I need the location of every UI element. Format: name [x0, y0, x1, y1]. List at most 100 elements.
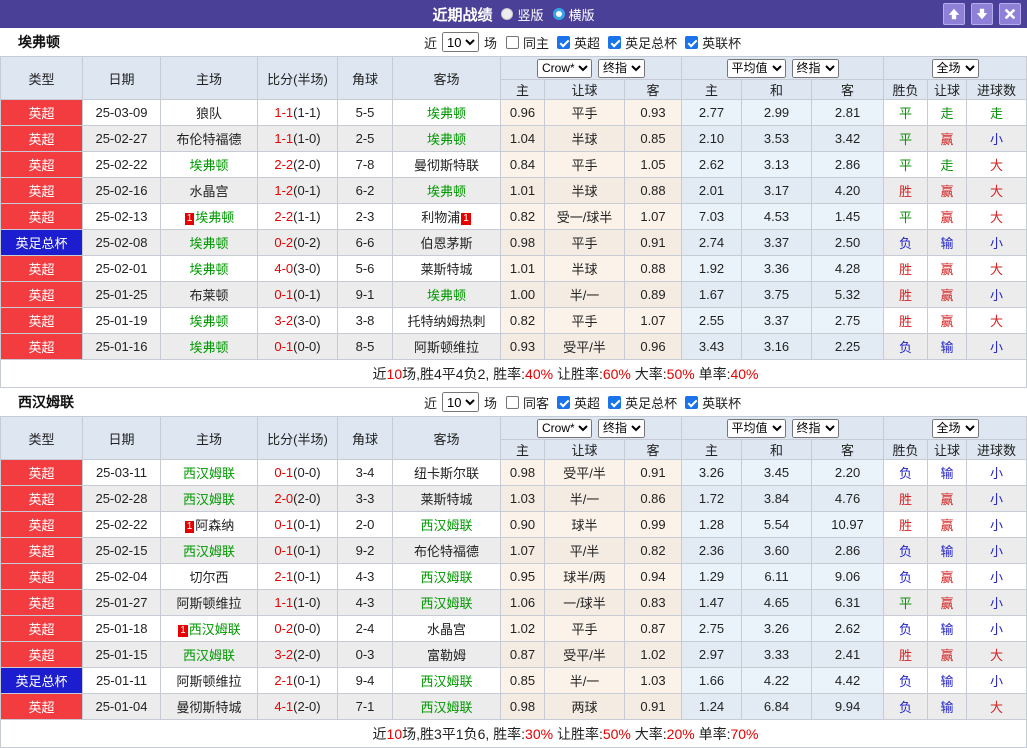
col-date: 日期	[82, 56, 161, 100]
euro-type-select[interactable]: 平均值	[726, 58, 786, 78]
col-handicap-result: 让球	[927, 79, 968, 100]
team-label: 西汉姆联	[420, 518, 473, 533]
odds-source-select[interactable]: Crow*	[537, 58, 592, 78]
col-corner: 角球	[337, 56, 393, 100]
fulltime-score: 0-1	[274, 287, 294, 302]
corners-cell: 7-8	[337, 151, 393, 178]
halftime-score: (0-0)	[293, 621, 321, 636]
scope-select[interactable]: 全场	[931, 418, 979, 438]
result-handicap: 赢	[927, 589, 968, 616]
euro-away-odds: 10.97	[811, 511, 885, 538]
move-down-button[interactable]	[971, 3, 993, 25]
handicap-line: 一/球半	[544, 589, 625, 616]
date-cell: 25-02-04	[82, 563, 161, 590]
radio-horizontal-icon[interactable]	[552, 8, 565, 20]
away-team-cell: 西汉姆联	[392, 693, 501, 720]
home-team-cell: 1 埃弗顿	[160, 203, 258, 230]
radio-vertical[interactable]: 竖版	[501, 5, 544, 24]
date-cell: 25-03-11	[82, 459, 161, 486]
odds-source-select[interactable]: Crow*	[537, 418, 592, 438]
match-count-select[interactable]: 10	[442, 392, 480, 412]
league-filter-checkbox[interactable]	[608, 35, 622, 49]
team-label: 西汉姆联	[420, 570, 473, 585]
col-home: 主场	[160, 416, 258, 460]
euro-draw-odds: 3.13	[741, 151, 813, 178]
away-team-cell: 西汉姆联	[392, 667, 501, 694]
result-goals: 小	[966, 281, 1027, 308]
team-label: 埃弗顿	[189, 236, 229, 251]
radio-horizontal[interactable]: 横版	[552, 5, 595, 24]
date-cell: 25-01-19	[82, 307, 161, 334]
odds-final-select[interactable]: 终指	[598, 418, 645, 438]
handicap-home-odds: 1.04	[500, 125, 545, 152]
away-team-cell: 莱斯特城	[392, 485, 501, 512]
euro-final-select[interactable]: 终指	[791, 58, 839, 78]
corners-cell: 5-5	[337, 99, 393, 126]
filter-controls: 近 10 场 同主 英超 英足总杯 英联杯	[424, 28, 741, 56]
league-filter-checkbox[interactable]	[557, 395, 571, 409]
league-filter-checkbox[interactable]	[557, 35, 571, 49]
scope-select[interactable]: 全场	[931, 58, 979, 78]
corners-cell: 0-3	[337, 641, 393, 668]
league-filter-checkbox[interactable]	[608, 395, 622, 409]
halftime-score: (1-0)	[293, 131, 321, 146]
match-row: 英超 25-01-15 西汉姆联 3-2(2-0) 0-3 富勒姆 0.87 受平/半 1.02…	[0, 641, 1027, 668]
away-team-cell: 布伦特福德	[392, 537, 501, 564]
same-venue-checkbox[interactable]	[506, 35, 520, 49]
league-filter-label: 英超	[574, 395, 601, 411]
handicap-home-odds: 0.98	[500, 229, 545, 256]
result-handicap: 赢	[927, 307, 968, 334]
match-count-select[interactable]: 10	[442, 32, 480, 52]
corners-cell: 3-8	[337, 307, 393, 334]
result-handicap: 赢	[927, 125, 968, 152]
radio-horizontal-label: 横版	[568, 7, 595, 23]
near-label: 近	[424, 35, 438, 51]
fulltime-score: 4-0	[274, 261, 294, 276]
odds-final-select[interactable]: 终指	[598, 58, 645, 78]
same-venue-checkbox[interactable]	[506, 395, 520, 409]
home-team-cell: 埃弗顿	[160, 307, 258, 334]
away-team-cell: 阿斯顿维拉	[392, 333, 501, 360]
league-type-cell: 英超	[0, 281, 83, 308]
match-row: 英超 25-02-16 水晶宫 1-2(0-1) 6-2 埃弗顿 1.01 半球 0.88 2.0…	[0, 177, 1027, 204]
home-team-cell: 布莱顿	[160, 281, 258, 308]
result-wdl: 平	[883, 99, 929, 126]
team-label: 曼彻斯特联	[413, 158, 479, 173]
handicap-away-odds: 0.87	[623, 615, 683, 642]
fulltime-score: 0-1	[274, 465, 294, 480]
result-goals: 大	[966, 151, 1027, 178]
score-cell: 0-2(0-0)	[257, 615, 338, 642]
euro-away-odds: 3.42	[811, 125, 885, 152]
halftime-score: (0-1)	[293, 517, 321, 532]
date-cell: 25-01-16	[82, 333, 161, 360]
euro-group-header: 平均值 终指	[681, 56, 885, 80]
league-type-cell: 英超	[0, 307, 83, 334]
euro-draw-odds: 4.53	[741, 203, 813, 230]
move-up-button[interactable]	[943, 3, 965, 25]
close-button[interactable]	[999, 3, 1021, 25]
league-filter-checkbox[interactable]	[685, 35, 699, 49]
result-handicap: 赢	[927, 485, 968, 512]
euro-final-select[interactable]: 终指	[791, 418, 839, 438]
score-cell: 2-2(2-0)	[257, 151, 338, 178]
halftime-score: (1-1)	[293, 105, 321, 120]
result-wdl: 胜	[883, 511, 929, 538]
result-handicap: 赢	[927, 641, 968, 668]
handicap-line: 平手	[544, 99, 625, 126]
euro-home-odds: 2.75	[681, 615, 743, 642]
fulltime-score: 1-1	[274, 131, 294, 146]
league-filter-checkbox[interactable]	[685, 395, 699, 409]
corners-cell: 2-5	[337, 125, 393, 152]
result-handicap: 输	[927, 459, 968, 486]
league-filter-label: 英足总杯	[625, 395, 678, 411]
handicap-line: 平手	[544, 615, 625, 642]
radio-vertical-icon[interactable]	[501, 8, 514, 20]
score-cell: 2-1(0-1)	[257, 563, 338, 590]
handicap-away-odds: 0.85	[623, 125, 683, 152]
euro-home-odds: 1.28	[681, 511, 743, 538]
euro-type-select[interactable]: 平均值	[726, 418, 786, 438]
handicap-line: 半球	[544, 255, 625, 282]
score-cell: 0-1(0-0)	[257, 333, 338, 360]
team-label: 埃弗顿	[426, 132, 466, 147]
page-title: 近期战绩	[432, 6, 493, 24]
